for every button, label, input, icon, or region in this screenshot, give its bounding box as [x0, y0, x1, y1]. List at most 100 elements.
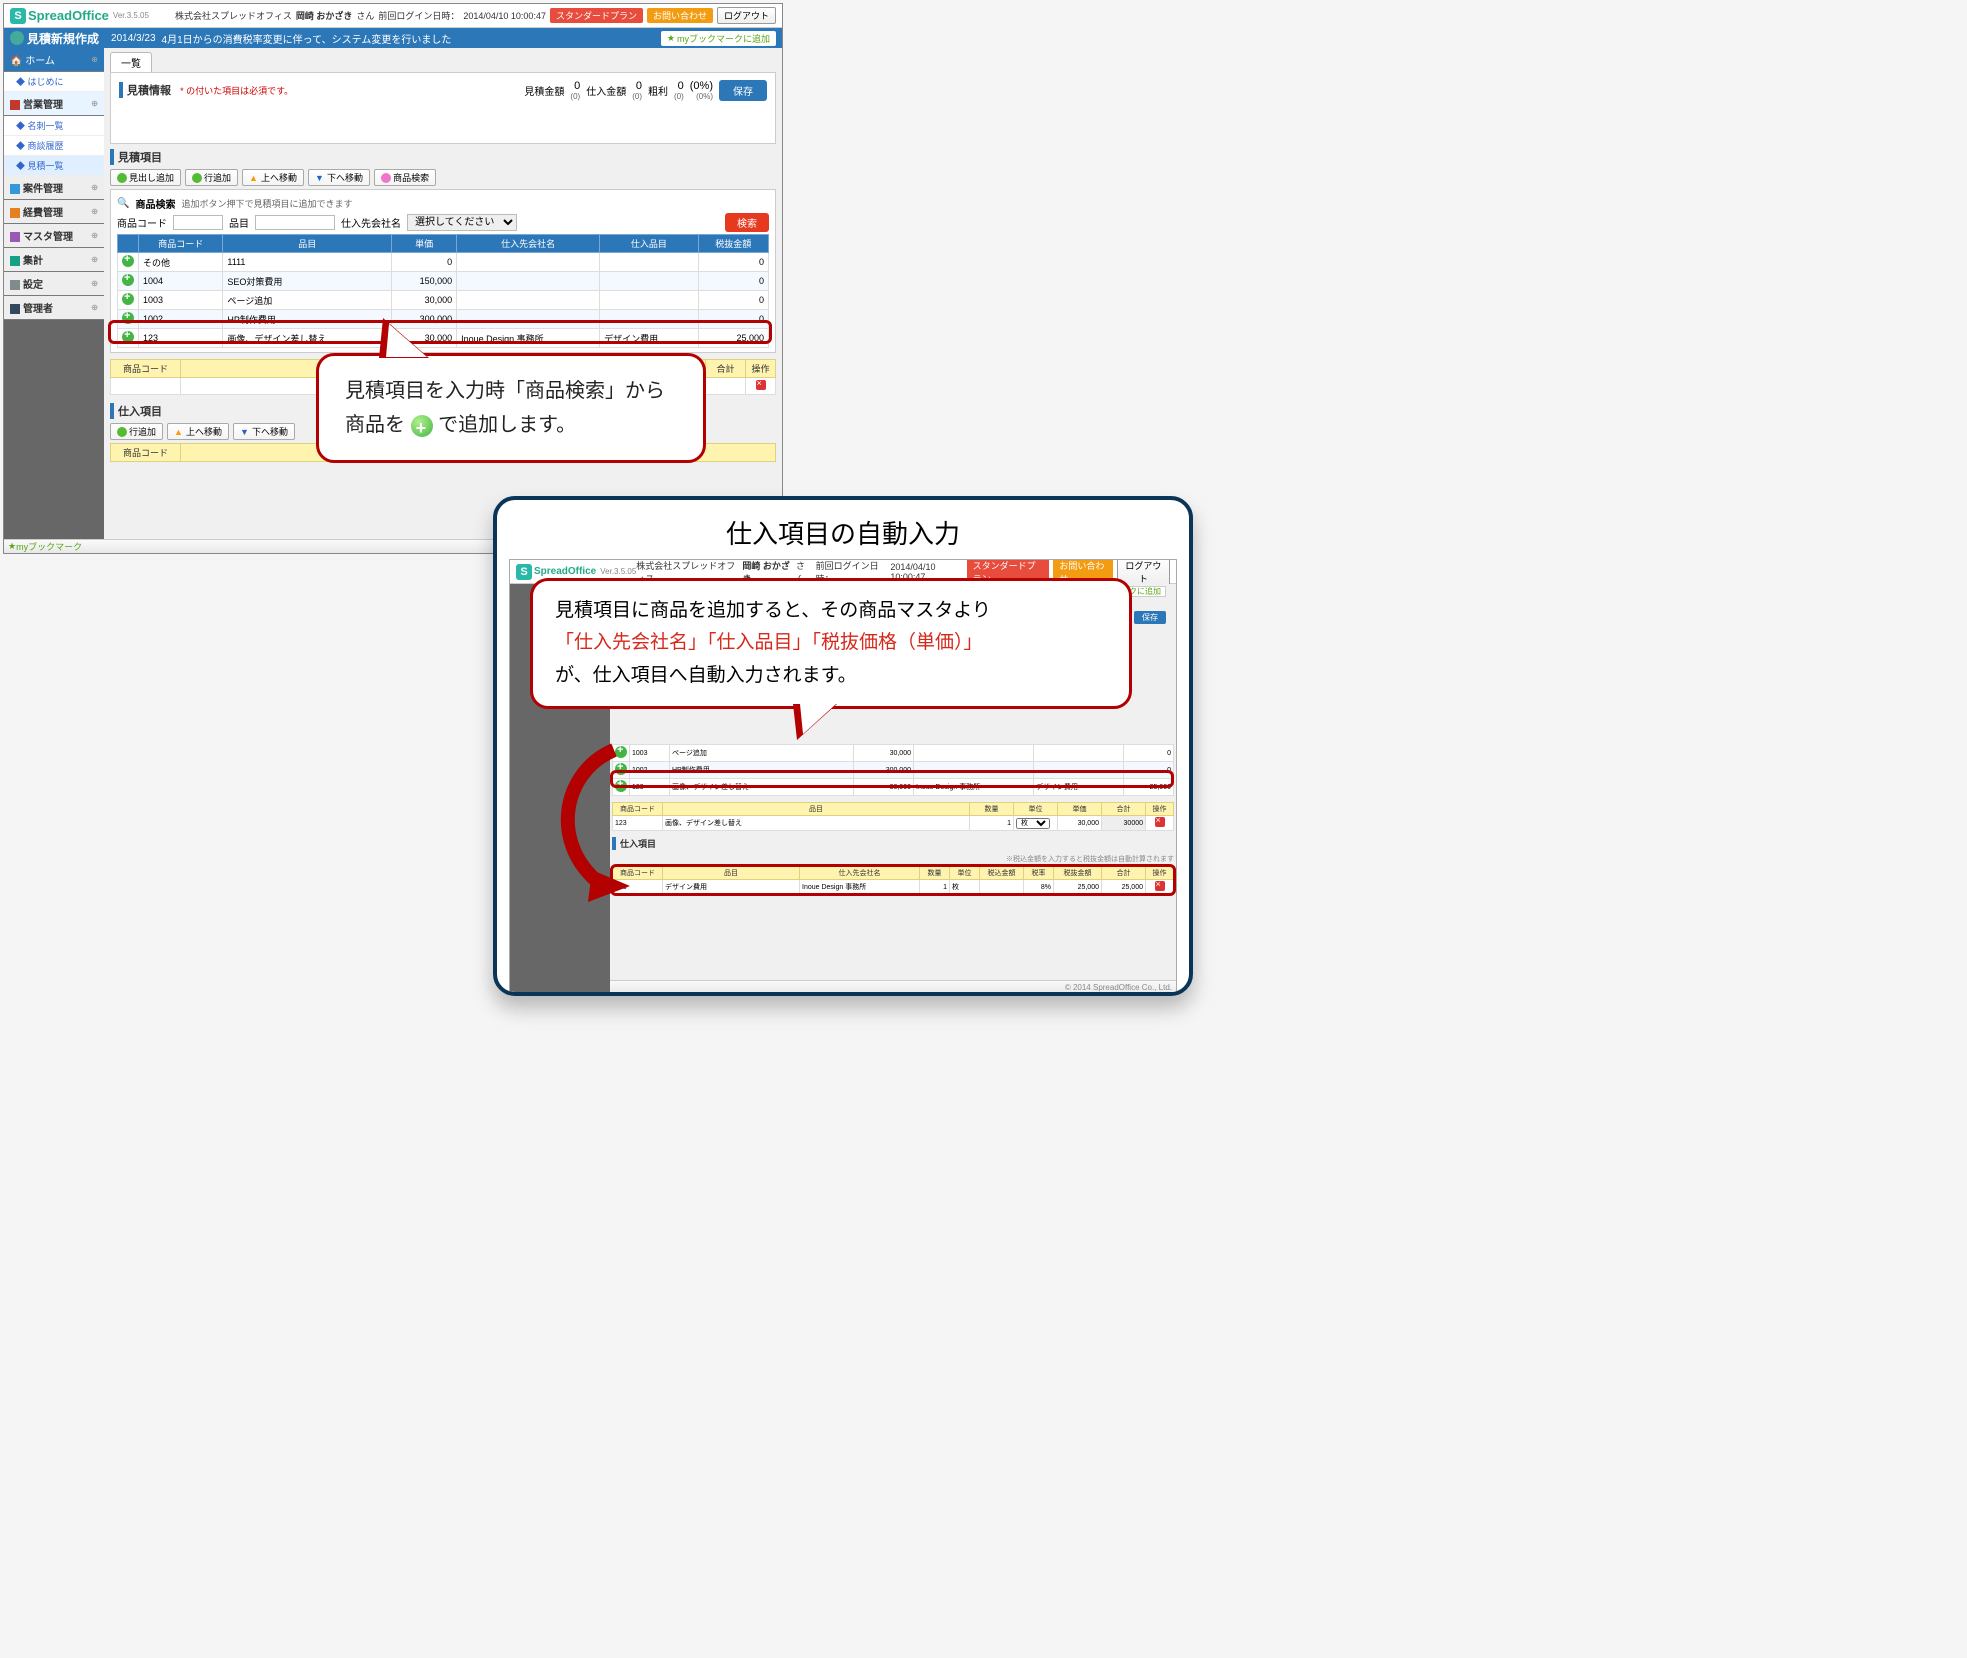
delete-icon[interactable]: [1155, 881, 1165, 891]
plus-icon: [117, 427, 127, 437]
page-title-wrap: 見積新規作成: [10, 30, 99, 47]
expand-icon: ⊕: [91, 55, 98, 64]
quote-amount: 見積金額: [524, 83, 564, 98]
save-button[interactable]: 保存: [719, 80, 767, 101]
sidebar-item[interactable]: ◆ 見積一覧: [4, 156, 104, 176]
last-login-label: 前回ログイン日時：: [378, 9, 459, 22]
logo-icon: S: [10, 8, 26, 24]
sidebar-item[interactable]: ◆ 商談履歴: [4, 136, 104, 156]
purchase-amount: 仕入金額: [586, 83, 626, 98]
search-icon: [381, 173, 391, 183]
add-row-button[interactable]: 行追加: [185, 169, 238, 186]
item-toolbar: 見出し追加 行追加 ▲上へ移動 ▼下へ移動 商品検索: [110, 169, 776, 186]
search-hint: 追加ボタン押下で見積項目に追加できます: [181, 197, 352, 210]
sidebar-item[interactable]: ◆ はじめに: [4, 72, 104, 92]
purchase-items-2: 商品コード品目仕入先会社名数量単位税込金額税率税抜金額合計操作 123デザイン費…: [612, 866, 1174, 895]
company-name: 株式会社スプレッドオフィス: [175, 9, 292, 22]
star-icon: ★: [667, 33, 675, 44]
search-title: 商品検索: [135, 196, 175, 211]
down-icon: ▼: [315, 173, 325, 183]
items-section-title: 見積項目: [110, 149, 776, 165]
add-row-icon[interactable]: [122, 331, 134, 343]
move-up-button[interactable]: ▲上へ移動: [242, 169, 304, 186]
move-down-button-2[interactable]: ▼下へ移動: [233, 423, 295, 440]
announce-date: 2014/3/23: [111, 33, 156, 44]
estimate-items-2: 商品コード品目数量単位単価合計操作 123画像、デザイン差し替え1枚30,000…: [612, 802, 1174, 831]
plan-badge: スタンダードプラン: [550, 8, 643, 23]
add-row-icon[interactable]: [122, 312, 134, 324]
star-icon: ★: [8, 541, 16, 552]
callout-tail-2: [793, 704, 837, 740]
sidebar: 🏠 ホーム ⊕ ◆ はじめに営業管理⊕◆ 名刺一覧◆ 商談履歴◆ 見積一覧案件管…: [4, 48, 104, 539]
search-results-2: 1003ページ追加30,00001002HP制作費用300,0000123画像、…: [612, 744, 1174, 796]
purchase-title-2: 仕入項目: [612, 837, 1174, 850]
up-icon: ▲: [249, 173, 259, 183]
search-icon: 🔍: [117, 198, 129, 209]
sidebar-category[interactable]: 経費管理⊕: [4, 200, 104, 224]
user-name: 岡崎 おかざき: [296, 9, 353, 22]
add-heading-button[interactable]: 見出し追加: [110, 169, 181, 186]
add-row-icon[interactable]: [122, 255, 134, 267]
sidebar-category[interactable]: 集計⊕: [4, 248, 104, 272]
add-row-icon[interactable]: [122, 274, 134, 286]
gross-profit: 粗利: [648, 83, 668, 98]
add-row-icon[interactable]: [122, 293, 134, 305]
name-label: 品目: [229, 215, 249, 230]
tab-list[interactable]: 一覧: [110, 52, 152, 72]
sidebar-home[interactable]: 🏠 ホーム ⊕: [4, 48, 104, 72]
save-button-2[interactable]: 保存: [1134, 611, 1166, 624]
add-row-button-2[interactable]: 行追加: [110, 423, 163, 440]
main-screenshot: S SpreadOffice Ver.3.5.05 株式会社スプレッドオフィス …: [3, 3, 783, 554]
sidebar-category[interactable]: 管理者⊕: [4, 296, 104, 320]
supplier-select[interactable]: 選択してください: [407, 214, 517, 231]
supplier-label: 仕入先会社名: [341, 215, 401, 230]
sidebar-category[interactable]: マスタ管理⊕: [4, 224, 104, 248]
down-icon: ▼: [240, 427, 250, 437]
product-search-button[interactable]: 商品検索: [374, 169, 436, 186]
add-icon: [411, 415, 433, 437]
app-header: S SpreadOffice Ver.3.5.05 株式会社スプレッドオフィス …: [4, 4, 782, 28]
copyright: © 2014 SpreadOffice Co., Ltd.: [1065, 983, 1172, 992]
delete-icon[interactable]: [756, 380, 766, 390]
announce-bar: 見積新規作成 2014/3/23 4月1日からの消費税率変更に伴って、システム変…: [4, 28, 782, 48]
plus-icon: [192, 173, 202, 183]
delete-icon[interactable]: [1155, 817, 1165, 827]
code-label: 商品コード: [117, 215, 167, 230]
logout-button[interactable]: ログアウト: [717, 7, 776, 24]
callout-2: 見積項目に商品を追加すると、その商品マスタより 「仕入先会社名」「仕入品目」「税…: [530, 578, 1132, 709]
quote-info-panel: 見積情報 * の付いた項目は必須です。 見積金額 0(0) 仕入金額 0(0) …: [110, 72, 776, 144]
move-up-button-2[interactable]: ▲上へ移動: [167, 423, 229, 440]
sidebar-item[interactable]: ◆ 名刺一覧: [4, 116, 104, 136]
plus-icon: [117, 173, 127, 183]
bookmark-add-button[interactable]: ★ myブックマークに追加: [661, 31, 776, 46]
last-login-value: 2014/04/10 10:00:47: [463, 11, 546, 21]
app-name: SpreadOffice: [28, 8, 109, 23]
contact-button[interactable]: お問い合わせ: [647, 8, 713, 23]
move-down-button[interactable]: ▼下へ移動: [308, 169, 370, 186]
app-version: Ver.3.5.05: [113, 11, 149, 20]
callout-tail: [379, 318, 429, 358]
announce-msg: 4月1日からの消費税率変更に伴って、システム変更を行いました: [162, 31, 452, 46]
main-content: 一覧 見積情報 * の付いた項目は必須です。 見積金額 0(0) 仕入金額 0(…: [104, 48, 782, 539]
sidebar-category[interactable]: 設定⊕: [4, 272, 104, 296]
refresh-icon[interactable]: [10, 31, 24, 45]
page-title: 見積新規作成: [27, 30, 99, 47]
name-input[interactable]: [255, 215, 335, 230]
search-button[interactable]: 検索: [725, 213, 769, 232]
panel2-title: 仕入項目の自動入力: [497, 514, 1189, 551]
sidebar-category[interactable]: 案件管理⊕: [4, 176, 104, 200]
quote-info-title: 見積情報 * の付いた項目は必須です。: [119, 82, 293, 98]
product-search-panel: 🔍 商品検索 追加ボタン押下で見積項目に追加できます 商品コード 品目 仕入先会…: [110, 189, 776, 353]
home-icon: 🏠: [10, 56, 22, 67]
callout-1: 見積項目を入力時「商品検索」から 商品を で追加します。: [316, 353, 706, 463]
search-results-table: 商品コード品目単価仕入先会社名仕入品目税抜金額 その他1111001004SEO…: [117, 234, 769, 348]
header-right: 株式会社スプレッドオフィス 岡崎 おかざき さん 前回ログイン日時： 2014/…: [175, 7, 776, 24]
purchase-hint: ※税込金額を入力すると税抜金額は自動計算されます: [612, 854, 1174, 864]
logo-icon: S: [516, 564, 532, 580]
user-suffix: さん: [356, 9, 374, 22]
sidebar-category[interactable]: 営業管理⊕: [4, 92, 104, 116]
code-input[interactable]: [173, 215, 223, 230]
up-icon: ▲: [174, 427, 184, 437]
arrow-icon: [544, 742, 644, 902]
app-logo: S SpreadOffice: [10, 8, 109, 24]
